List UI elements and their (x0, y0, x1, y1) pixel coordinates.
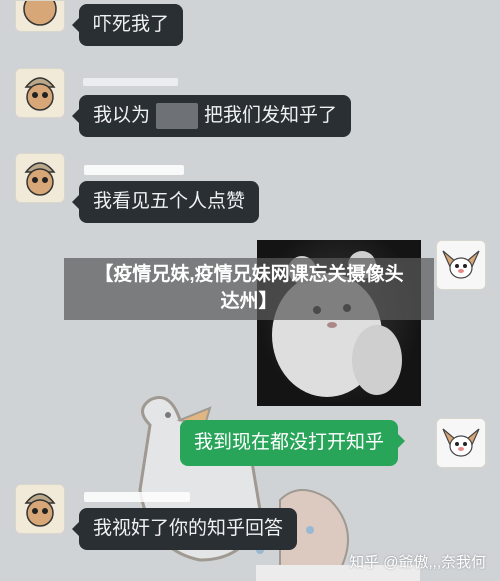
cartoon-character-avatar-icon (16, 69, 64, 117)
redacted-block (156, 102, 199, 129)
cartoon-dog-avatar-icon (437, 419, 485, 467)
cartoon-character-avatar-icon (16, 1, 64, 31)
cartoon-character-avatar-icon (16, 485, 64, 533)
cartoon-character-avatar-icon (16, 154, 64, 202)
message-text: 我视奸了你的知乎回答 (93, 518, 284, 539)
message-text: 我看见五个人点赞 (93, 191, 246, 212)
message-text: 吓死我了 (93, 14, 170, 35)
chat-screen: 吓死我了 我以为 把我们发知乎了 我看见五个人点赞 【疫情兄妹,疫情兄妹网课忘关摄… (0, 0, 500, 581)
cartoon-dog-avatar-icon (437, 241, 485, 289)
background-doodle-icon (138, 396, 349, 571)
sender-avatar[interactable] (15, 484, 65, 534)
redacted-nickname (83, 78, 178, 86)
sender-avatar[interactable] (15, 153, 65, 203)
message-text: 我到现在都没打开知乎 (194, 432, 385, 453)
sender-avatar[interactable] (15, 0, 65, 32)
own-avatar[interactable] (436, 418, 486, 468)
own-avatar[interactable] (436, 240, 486, 290)
message-bubble[interactable]: 我以为 把我们发知乎了 (71, 95, 352, 137)
message-bubble[interactable]: 我视奸了你的知乎回答 (71, 508, 298, 550)
message-bubble[interactable]: 吓死我了 (71, 4, 184, 46)
title-banner: 【疫情兄妹,疫情兄妹网课忘关摄像头 达州】 (64, 258, 434, 320)
message-text-part: 把我们发知乎了 (204, 105, 338, 126)
redacted-nickname (84, 165, 184, 175)
banner-title-line: 达州】 (220, 291, 278, 312)
watermark: 知乎 @爺傲,,,奈我何 (349, 554, 486, 571)
message-text-part: 我以为 (93, 105, 151, 126)
sender-avatar[interactable] (15, 68, 65, 118)
banner-title-line: 【疫情兄妹,疫情兄妹网课忘关摄像头 (94, 264, 404, 285)
redacted-nickname (84, 492, 190, 502)
message-bubble[interactable]: 我看见五个人点赞 (71, 181, 260, 223)
own-message-bubble[interactable]: 我到现在都没打开知乎 (180, 420, 406, 466)
